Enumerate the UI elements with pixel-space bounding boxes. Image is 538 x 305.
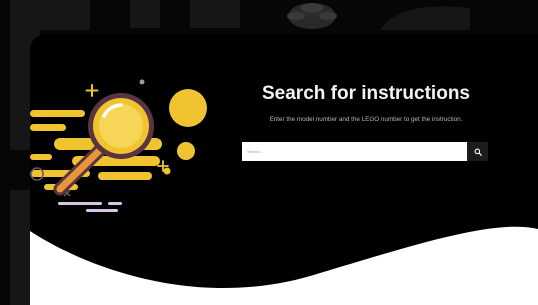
search-input[interactable]	[242, 142, 467, 161]
search-hero-panel: Search for instructions Enter the model …	[30, 34, 538, 305]
page-title: Search for instructions	[262, 83, 470, 104]
search-form	[242, 142, 488, 161]
page-subtitle: Enter the model number and the LEGO numb…	[269, 116, 463, 123]
lego-brick-icon	[287, 3, 337, 29]
search-icon	[474, 148, 482, 156]
wave-divider	[30, 226, 538, 305]
search-button[interactable]	[467, 142, 488, 161]
